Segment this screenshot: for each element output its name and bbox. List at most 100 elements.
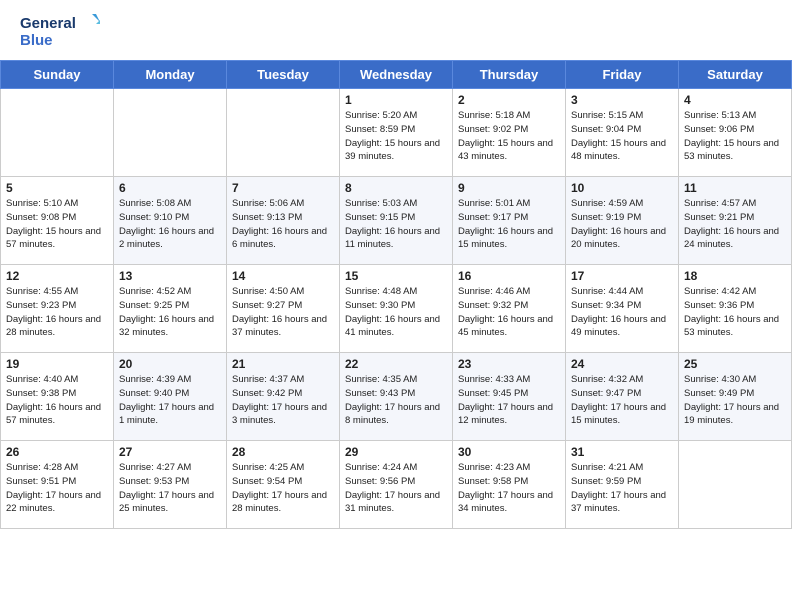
calendar-cell: 19 Sunrise: 4:40 AM Sunset: 9:38 PM Dayli… xyxy=(1,353,114,441)
day-info: Sunrise: 5:20 AM Sunset: 8:59 PM Dayligh… xyxy=(345,109,447,164)
calendar-cell: 13Sunrise: 4:52 AM Sunset: 9:25 PM Dayli… xyxy=(114,265,227,353)
calendar-cell: 1 Sunrise: 5:20 AM Sunset: 8:59 PM Daylig… xyxy=(340,89,453,177)
calendar-cell xyxy=(1,89,114,177)
weekday-header: Saturday xyxy=(679,61,792,89)
calendar-cell: 9 Sunrise: 5:01 AM Sunset: 9:17 PM Daylig… xyxy=(453,177,566,265)
calendar-cell: 10 Sunrise: 4:59 AM Sunset: 9:19 PM Dayli… xyxy=(566,177,679,265)
day-number: 4 xyxy=(684,93,786,107)
calendar-cell: 7 Sunrise: 5:06 AM Sunset: 9:13 PM Daylig… xyxy=(227,177,340,265)
day-info: Sunrise: 4:44 AM Sunset: 9:34 PM Dayligh… xyxy=(571,285,673,340)
calendar-week-row: 19 Sunrise: 4:40 AM Sunset: 9:38 PM Dayli… xyxy=(1,353,792,441)
day-info: Sunrise: 4:48 AM Sunset: 9:30 PM Dayligh… xyxy=(345,285,447,340)
day-number: 19 xyxy=(6,357,108,371)
calendar-cell: 21 Sunrise: 4:37 AM Sunset: 9:42 PM Dayli… xyxy=(227,353,340,441)
day-info: Sunrise: 4:23 AM Sunset: 9:58 PM Dayligh… xyxy=(458,461,560,516)
day-number: 16 xyxy=(458,269,560,283)
calendar-week-row: 5 Sunrise: 5:10 AM Sunset: 9:08 PM Daylig… xyxy=(1,177,792,265)
calendar-cell: 2Sunrise: 5:18 AM Sunset: 9:02 PM Daylig… xyxy=(453,89,566,177)
day-number: 10 xyxy=(571,181,673,195)
day-number: 20 xyxy=(119,357,221,371)
day-info: Sunrise: 4:46 AM Sunset: 9:32 PM Dayligh… xyxy=(458,285,560,340)
day-number: 6 xyxy=(119,181,221,195)
day-number: 27 xyxy=(119,445,221,459)
day-number: 28 xyxy=(232,445,334,459)
weekday-header: Thursday xyxy=(453,61,566,89)
day-info: Sunrise: 4:59 AM Sunset: 9:19 PM Dayligh… xyxy=(571,197,673,252)
day-info: Sunrise: 4:24 AM Sunset: 9:56 PM Dayligh… xyxy=(345,461,447,516)
day-number: 7 xyxy=(232,181,334,195)
weekday-header-row: SundayMondayTuesdayWednesdayThursdayFrid… xyxy=(1,61,792,89)
day-number: 9 xyxy=(458,181,560,195)
day-number: 22 xyxy=(345,357,447,371)
calendar-cell: 30 Sunrise: 4:23 AM Sunset: 9:58 PM Dayli… xyxy=(453,441,566,529)
svg-text:General: General xyxy=(20,15,76,32)
weekday-header: Monday xyxy=(114,61,227,89)
day-info: Sunrise: 5:01 AM Sunset: 9:17 PM Dayligh… xyxy=(458,197,560,252)
calendar-cell xyxy=(679,441,792,529)
calendar-cell: 16 Sunrise: 4:46 AM Sunset: 9:32 PM Dayli… xyxy=(453,265,566,353)
weekday-header: Wednesday xyxy=(340,61,453,89)
page-header: General Blue xyxy=(0,0,792,60)
day-info: Sunrise: 4:30 AM Sunset: 9:49 PM Dayligh… xyxy=(684,373,786,428)
day-number: 5 xyxy=(6,181,108,195)
day-number: 1 xyxy=(345,93,447,107)
day-number: 31 xyxy=(571,445,673,459)
day-info: Sunrise: 4:28 AM Sunset: 9:51 PM Dayligh… xyxy=(6,461,108,516)
calendar-cell: 23Sunrise: 4:33 AM Sunset: 9:45 PM Dayli… xyxy=(453,353,566,441)
calendar-cell: 27 Sunrise: 4:27 AM Sunset: 9:53 PM Dayli… xyxy=(114,441,227,529)
weekday-header: Tuesday xyxy=(227,61,340,89)
day-info: Sunrise: 4:52 AM Sunset: 9:25 PM Dayligh… xyxy=(119,285,221,340)
calendar-cell: 12 Sunrise: 4:55 AM Sunset: 9:23 PM Dayli… xyxy=(1,265,114,353)
weekday-header: Friday xyxy=(566,61,679,89)
calendar-cell: 28Sunrise: 4:25 AM Sunset: 9:54 PM Dayli… xyxy=(227,441,340,529)
day-info: Sunrise: 4:37 AM Sunset: 9:42 PM Dayligh… xyxy=(232,373,334,428)
day-info: Sunrise: 5:06 AM Sunset: 9:13 PM Dayligh… xyxy=(232,197,334,252)
calendar-cell: 24Sunrise: 4:32 AM Sunset: 9:47 PM Dayli… xyxy=(566,353,679,441)
day-number: 11 xyxy=(684,181,786,195)
calendar-cell: 25 Sunrise: 4:30 AM Sunset: 9:49 PM Dayli… xyxy=(679,353,792,441)
day-number: 3 xyxy=(571,93,673,107)
calendar-cell: 15 Sunrise: 4:48 AM Sunset: 9:30 PM Dayli… xyxy=(340,265,453,353)
day-info: Sunrise: 4:57 AM Sunset: 9:21 PM Dayligh… xyxy=(684,197,786,252)
calendar-cell xyxy=(227,89,340,177)
calendar-cell: 29 Sunrise: 4:24 AM Sunset: 9:56 PM Dayli… xyxy=(340,441,453,529)
day-number: 25 xyxy=(684,357,786,371)
day-info: Sunrise: 5:13 AM Sunset: 9:06 PM Dayligh… xyxy=(684,109,786,164)
day-number: 15 xyxy=(345,269,447,283)
day-number: 18 xyxy=(684,269,786,283)
calendar-cell: 11 Sunrise: 4:57 AM Sunset: 9:21 PM Dayli… xyxy=(679,177,792,265)
calendar-cell: 22 Sunrise: 4:35 AM Sunset: 9:43 PM Dayli… xyxy=(340,353,453,441)
calendar-week-row: 26 Sunrise: 4:28 AM Sunset: 9:51 PM Dayli… xyxy=(1,441,792,529)
calendar-cell: 5 Sunrise: 5:10 AM Sunset: 9:08 PM Daylig… xyxy=(1,177,114,265)
day-number: 21 xyxy=(232,357,334,371)
day-info: Sunrise: 4:42 AM Sunset: 9:36 PM Dayligh… xyxy=(684,285,786,340)
day-info: Sunrise: 4:33 AM Sunset: 9:45 PM Dayligh… xyxy=(458,373,560,428)
day-number: 24 xyxy=(571,357,673,371)
calendar-cell: 18 Sunrise: 4:42 AM Sunset: 9:36 PM Dayli… xyxy=(679,265,792,353)
day-info: Sunrise: 4:55 AM Sunset: 9:23 PM Dayligh… xyxy=(6,285,108,340)
day-info: Sunrise: 4:35 AM Sunset: 9:43 PM Dayligh… xyxy=(345,373,447,428)
logo-svg: General Blue xyxy=(20,12,100,54)
day-info: Sunrise: 5:15 AM Sunset: 9:04 PM Dayligh… xyxy=(571,109,673,164)
day-info: Sunrise: 4:21 AM Sunset: 9:59 PM Dayligh… xyxy=(571,461,673,516)
day-info: Sunrise: 4:27 AM Sunset: 9:53 PM Dayligh… xyxy=(119,461,221,516)
day-number: 14 xyxy=(232,269,334,283)
day-number: 17 xyxy=(571,269,673,283)
calendar-cell: 8 Sunrise: 5:03 AM Sunset: 9:15 PM Daylig… xyxy=(340,177,453,265)
day-number: 29 xyxy=(345,445,447,459)
calendar-cell: 6Sunrise: 5:08 AM Sunset: 9:10 PM Daylig… xyxy=(114,177,227,265)
day-info: Sunrise: 4:40 AM Sunset: 9:38 PM Dayligh… xyxy=(6,373,108,428)
calendar-cell: 31 Sunrise: 4:21 AM Sunset: 9:59 PM Dayli… xyxy=(566,441,679,529)
calendar-cell: 20Sunrise: 4:39 AM Sunset: 9:40 PM Dayli… xyxy=(114,353,227,441)
day-number: 30 xyxy=(458,445,560,459)
calendar-cell: 14 Sunrise: 4:50 AM Sunset: 9:27 PM Dayli… xyxy=(227,265,340,353)
day-number: 12 xyxy=(6,269,108,283)
day-info: Sunrise: 5:10 AM Sunset: 9:08 PM Dayligh… xyxy=(6,197,108,252)
svg-text:Blue: Blue xyxy=(20,32,53,49)
day-info: Sunrise: 5:03 AM Sunset: 9:15 PM Dayligh… xyxy=(345,197,447,252)
weekday-header: Sunday xyxy=(1,61,114,89)
day-info: Sunrise: 4:50 AM Sunset: 9:27 PM Dayligh… xyxy=(232,285,334,340)
day-number: 8 xyxy=(345,181,447,195)
calendar-cell xyxy=(114,89,227,177)
day-number: 26 xyxy=(6,445,108,459)
